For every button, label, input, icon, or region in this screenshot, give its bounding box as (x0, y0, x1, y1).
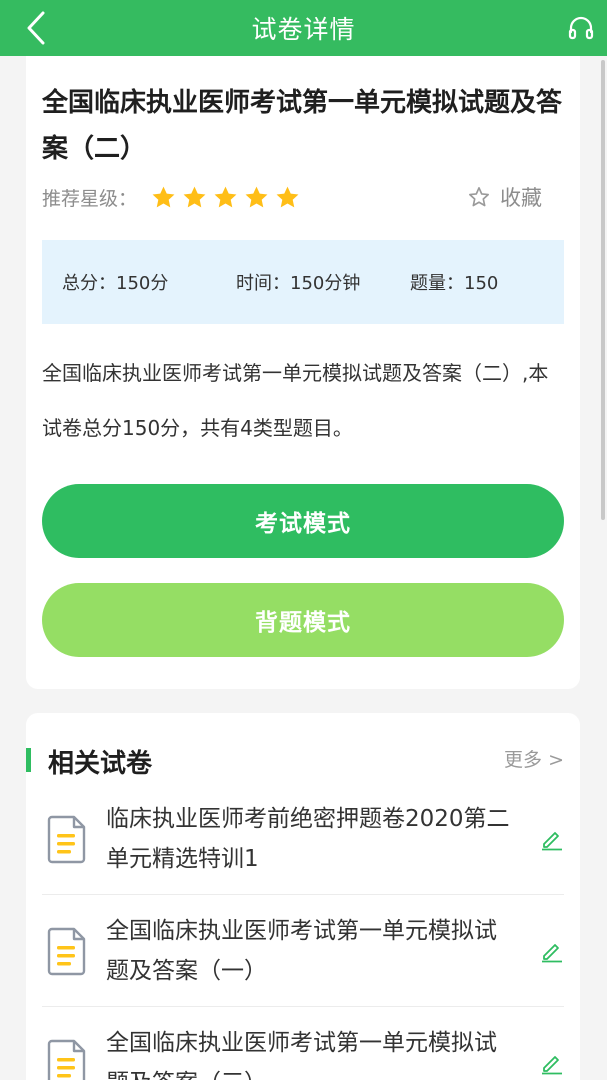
recite-mode-button[interactable]: 背题模式 (42, 583, 564, 657)
document-icon (47, 815, 86, 864)
scrollbar[interactable] (601, 60, 605, 520)
list-item-title: 临床执业医师考前绝密押题卷2020第二单元精选特训1 (106, 806, 510, 872)
star-icon (152, 186, 175, 207)
paper-title: 全国临床执业医师考试第一单元模拟试题及答案（二） (42, 88, 563, 164)
divider (42, 894, 564, 895)
chevron-left-icon (27, 11, 45, 45)
rating-stars (151, 185, 300, 210)
top-bar: 试卷详情 (0, 0, 607, 56)
exam-time: 时间：150分钟 (236, 273, 361, 294)
question-count: 题量：150 (410, 273, 499, 294)
headset-button[interactable] (567, 14, 595, 42)
favorite-label: 收藏 (500, 186, 542, 210)
related-papers-card: 相关试卷 更多 > 临床执业医师考前绝密押题卷2020第二单元精选特训1 全国临… (26, 713, 580, 1080)
back-button[interactable] (18, 10, 54, 46)
more-link[interactable]: 更多 > (504, 745, 564, 772)
document-icon (47, 1039, 86, 1080)
paper-detail-card: 全国临床执业医师考试第一单元模拟试题及答案（二） 推荐星级： 收藏 总分：150… (26, 56, 580, 689)
section-accent-bar (26, 748, 31, 772)
favorite-button[interactable]: 收藏 (468, 182, 542, 212)
list-item-title: 全国临床执业医师考试第一单元模拟试题及答案（三） (106, 1030, 497, 1080)
star-icon (214, 186, 237, 207)
star-icon (245, 186, 268, 207)
exam-mode-button[interactable]: 考试模式 (42, 484, 564, 558)
page-title: 试卷详情 (251, 15, 356, 44)
star-outline-icon (469, 187, 489, 207)
divider (42, 1006, 564, 1007)
paper-description: 全国临床执业医师考试第一单元模拟试题及答案（二）,本试卷总分150分，共有4类型… (42, 361, 549, 440)
pencil-icon (542, 944, 562, 963)
pencil-icon (542, 832, 562, 851)
list-item[interactable]: 临床执业医师考前绝密押题卷2020第二单元精选特训1 (42, 797, 564, 909)
list-item-title: 全国临床执业医师考试第一单元模拟试题及答案（一） (106, 918, 497, 984)
list-item[interactable]: 全国临床执业医师考试第一单元模拟试题及答案（三） (42, 1021, 564, 1080)
rating-label: 推荐星级： (42, 187, 138, 210)
total-score: 总分：150分 (62, 273, 169, 294)
section-title: 相关试卷 (48, 749, 153, 779)
paper-info-box: 总分：150分 时间：150分钟 题量：150 (42, 240, 564, 324)
pencil-icon (542, 1056, 562, 1075)
rating-row: 推荐星级： 收藏 (42, 182, 562, 212)
document-icon (47, 927, 86, 976)
star-icon (276, 186, 299, 207)
headset-icon (568, 16, 594, 40)
star-icon (183, 186, 206, 207)
list-item[interactable]: 全国临床执业医师考试第一单元模拟试题及答案（一） (42, 909, 564, 1021)
